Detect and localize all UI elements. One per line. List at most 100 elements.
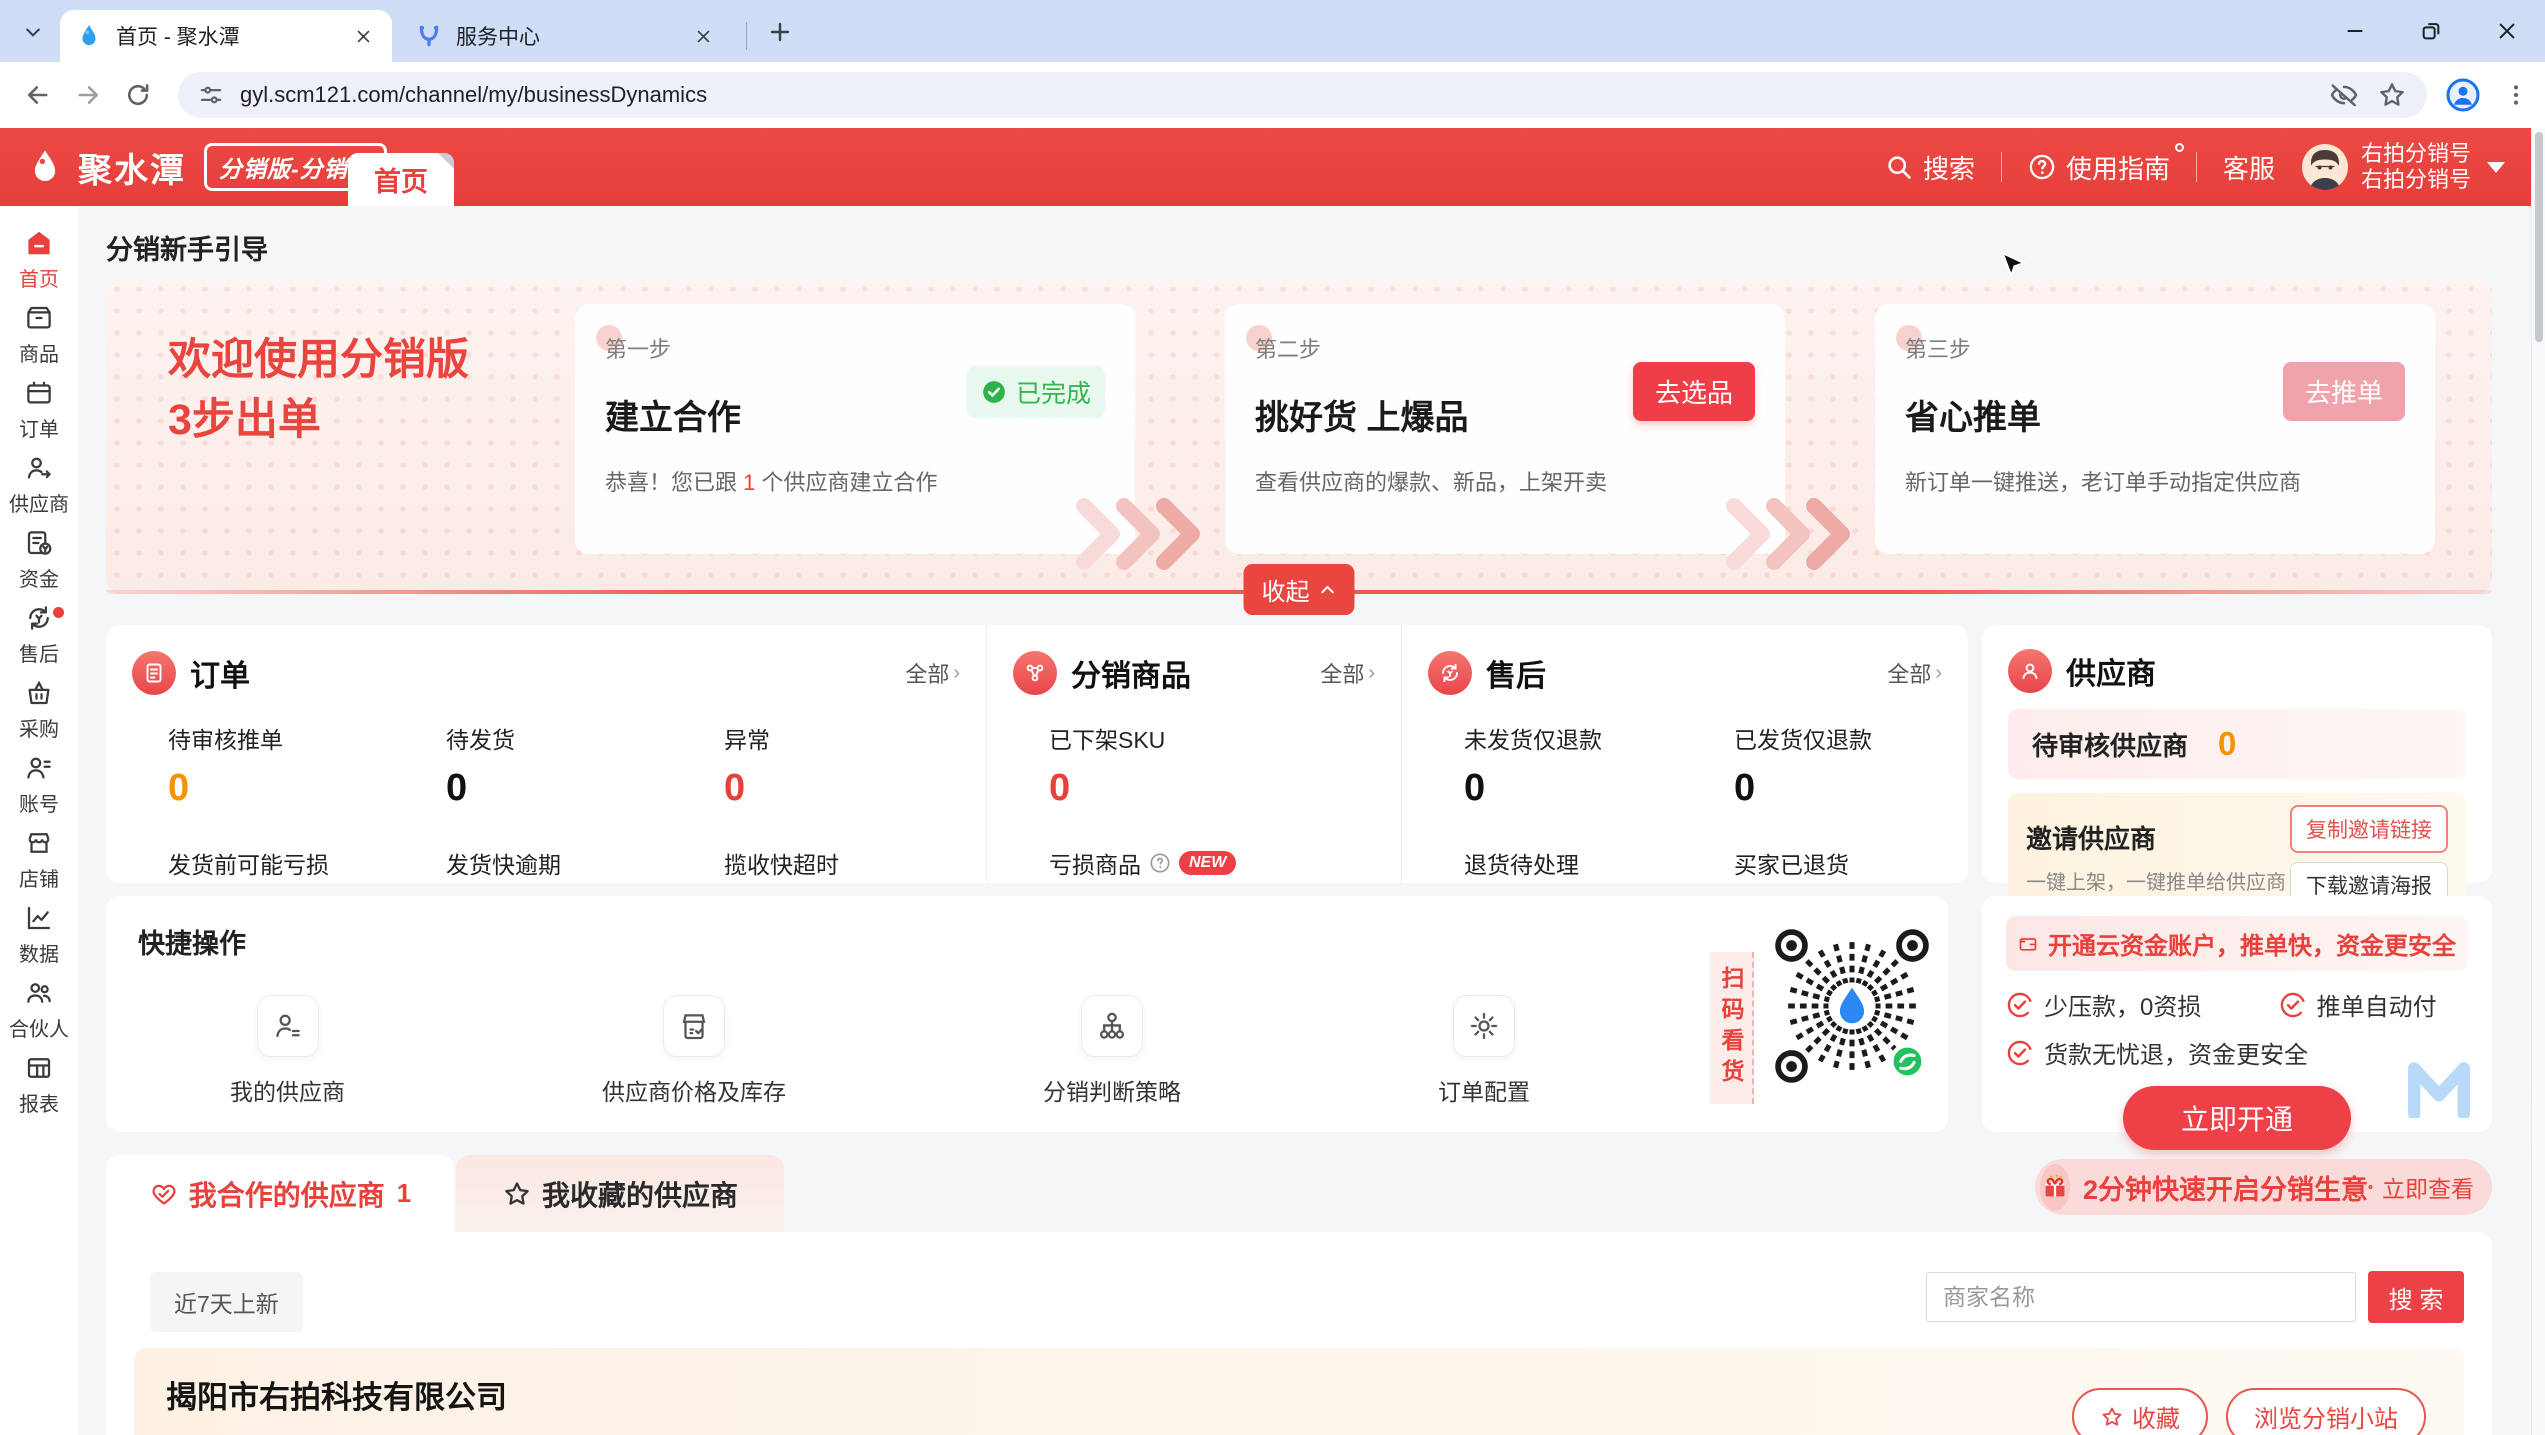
wechat-dot-icon: [1891, 1045, 1923, 1077]
sidebar-item-account[interactable]: 账号: [0, 747, 78, 822]
stat-item[interactable]: 未发货仅退款0: [1464, 721, 1734, 810]
supplier-company-card[interactable]: 揭阳市右拍科技有限公司 在线支付 推广赚钱 VIP 处理售后 收藏 浏览分销小站: [134, 1348, 2464, 1435]
header-guide[interactable]: 使用指南: [2028, 149, 2170, 186]
supplier-section-icon: [2008, 649, 2052, 693]
stat-item[interactable]: 已发货仅退款0: [1734, 721, 1942, 810]
chevron-right-icon: ›: [953, 662, 960, 685]
window-restore-icon[interactable]: [2393, 0, 2469, 62]
sidebar-item-home[interactable]: 首页: [0, 222, 78, 297]
chevron-down-icon: [2487, 162, 2505, 173]
stat-item[interactable]: 异常0: [724, 721, 960, 810]
quick-item-order-config[interactable]: 订单配置: [1438, 995, 1530, 1107]
sidebar-item-aftersale[interactable]: 售后: [0, 597, 78, 672]
help-circle-icon[interactable]: [1149, 852, 1171, 874]
step-arrow-icon: [1722, 496, 1854, 572]
tab-close-icon[interactable]: [348, 21, 378, 51]
sidebar-item-goods[interactable]: 商品: [0, 297, 78, 372]
products-all-link[interactable]: 全部›: [1320, 657, 1375, 689]
url-omnibox[interactable]: gyl.scm121.com/channel/my/businessDynami…: [178, 72, 2427, 118]
header-search[interactable]: 搜索: [1885, 149, 1975, 186]
pending-suppliers-row[interactable]: 待审核供应商 0: [2008, 709, 2466, 779]
copy-invite-link-button[interactable]: 复制邀请链接: [2290, 805, 2448, 853]
main-content: 分销新手引导 欢迎使用分销版 3步出单 第一步 建立合作 已完成 恭喜！您已跟 …: [78, 206, 2531, 1435]
sidebar-item-shops[interactable]: 店铺: [0, 822, 78, 897]
push-orders-button[interactable]: 去推单: [2283, 362, 2405, 421]
stat-item[interactable]: 待审核推单0: [168, 721, 446, 810]
invite-title: 邀请供应商: [2026, 819, 2286, 856]
new-tab-icon[interactable]: [762, 14, 798, 50]
scan-to-view-label: 扫码看货: [1710, 952, 1754, 1104]
browser-menu-icon[interactable]: [2503, 82, 2529, 108]
browser-tab-service[interactable]: 服务中心: [400, 10, 732, 62]
sidebar-item-orders[interactable]: 订单: [0, 372, 78, 447]
supplier-icon: [24, 453, 54, 483]
section-title: 售后: [1486, 651, 1546, 695]
favorite-button[interactable]: 收藏: [2072, 1388, 2208, 1435]
brand-name: 聚水潭: [78, 143, 186, 192]
account-menu[interactable]: 右拍分销号 右拍分销号: [2301, 141, 2505, 194]
header-guide-label: 使用指南: [2066, 149, 2170, 186]
sidebar-item-reports[interactable]: 报表: [0, 1047, 78, 1122]
tab-title: 首页 - 聚水潭: [116, 21, 348, 51]
sidebar-item-purchase[interactable]: 采购: [0, 672, 78, 747]
header-service[interactable]: 客服: [2223, 149, 2275, 186]
quick-actions-list: 我的供应商 供应商价格及库存 分销判断策略 订单配置: [230, 995, 1530, 1107]
quick-item-my-suppliers[interactable]: 我的供应商: [230, 995, 345, 1107]
window-close-icon[interactable]: [2469, 0, 2545, 62]
company-actions: 收藏 浏览分销小站: [2072, 1388, 2426, 1435]
tab-close-icon[interactable]: [688, 21, 718, 51]
window-minimize-icon[interactable]: [2317, 0, 2393, 62]
promo-view-link[interactable]: 立即查看: [2382, 1170, 2474, 1204]
quick-item-price-stock[interactable]: 供应商价格及库存: [602, 995, 786, 1107]
merchant-name-input[interactable]: [1926, 1272, 2356, 1322]
check-ring-icon: [2006, 991, 2034, 1019]
step-desc-pre: 恭喜！您已跟: [605, 470, 743, 495]
tab-favorite-suppliers[interactable]: 我收藏的供应商: [456, 1155, 784, 1232]
data-chart-icon: [24, 903, 54, 933]
sidebar-label: 报表: [19, 1088, 59, 1117]
browser-tab-home[interactable]: 首页 - 聚水潭: [60, 10, 392, 62]
stat-item[interactable]: 已下架SKU0: [1049, 721, 1375, 810]
star-icon: [2100, 1405, 2124, 1429]
sidebar-item-funds[interactable]: 资金: [0, 522, 78, 597]
sidebar-label: 订单: [19, 413, 59, 442]
home-icon: [24, 228, 54, 258]
account-subname: 右拍分销号: [2361, 167, 2471, 193]
tab-cooperated-suppliers[interactable]: 我合作的供应商 1: [106, 1155, 454, 1232]
profile-avatar-icon[interactable]: [2445, 77, 2481, 113]
select-products-button[interactable]: 去选品: [1633, 362, 1755, 421]
site-settings-icon[interactable]: [198, 82, 224, 108]
collapse-button[interactable]: 收起: [1244, 564, 1355, 615]
window-controls: [2317, 0, 2545, 62]
search-button[interactable]: 搜 索: [2368, 1271, 2464, 1323]
shop-icon: [24, 828, 54, 858]
tab-search-icon[interactable]: [14, 13, 52, 51]
sidebar-item-suppliers[interactable]: 供应商: [0, 447, 78, 522]
fund-m-logo-icon: [2404, 1056, 2474, 1118]
privacy-eye-off-icon[interactable]: [2329, 80, 2359, 110]
recent-7days-filter[interactable]: 近7天上新: [150, 1272, 303, 1332]
scrollbar-thumb[interactable]: [2535, 132, 2543, 342]
status-badge-done: 已完成: [967, 366, 1105, 418]
newbie-guide-banner: 欢迎使用分销版 3步出单 第一步 建立合作 已完成 恭喜！您已跟 1 个供应商建…: [106, 278, 2492, 594]
open-fund-account-button[interactable]: 立即开通: [2123, 1086, 2351, 1150]
visit-store-button[interactable]: 浏览分销小站: [2226, 1388, 2426, 1435]
bookmark-star-icon[interactable]: [2377, 80, 2407, 110]
stat-item[interactable]: 待发货0: [446, 721, 724, 810]
aftersale-all-link[interactable]: 全部›: [1887, 657, 1942, 689]
sidebar-item-data[interactable]: 数据: [0, 897, 78, 972]
status-badge-label: 已完成: [1016, 374, 1091, 410]
page-scrollbar[interactable]: [2531, 128, 2545, 1435]
forward-icon[interactable]: [66, 73, 110, 117]
reload-icon[interactable]: [116, 73, 160, 117]
quick-item-strategy[interactable]: 分销判断策略: [1043, 995, 1181, 1107]
back-icon[interactable]: [16, 73, 60, 117]
orders-all-link[interactable]: 全部›: [905, 657, 960, 689]
section-title: 分销商品: [1071, 651, 1191, 695]
promo-banner[interactable]: 2分钟快速开启分销生意 立即查看: [2035, 1159, 2492, 1215]
header-tab-home[interactable]: 首页: [348, 153, 454, 206]
check-ring-icon: [2279, 991, 2307, 1019]
invite-desc: 一键上架，一键推单给供应商: [2026, 866, 2286, 895]
sidebar-item-partners[interactable]: 合伙人: [0, 972, 78, 1047]
visit-label: 浏览分销小站: [2254, 1399, 2398, 1434]
